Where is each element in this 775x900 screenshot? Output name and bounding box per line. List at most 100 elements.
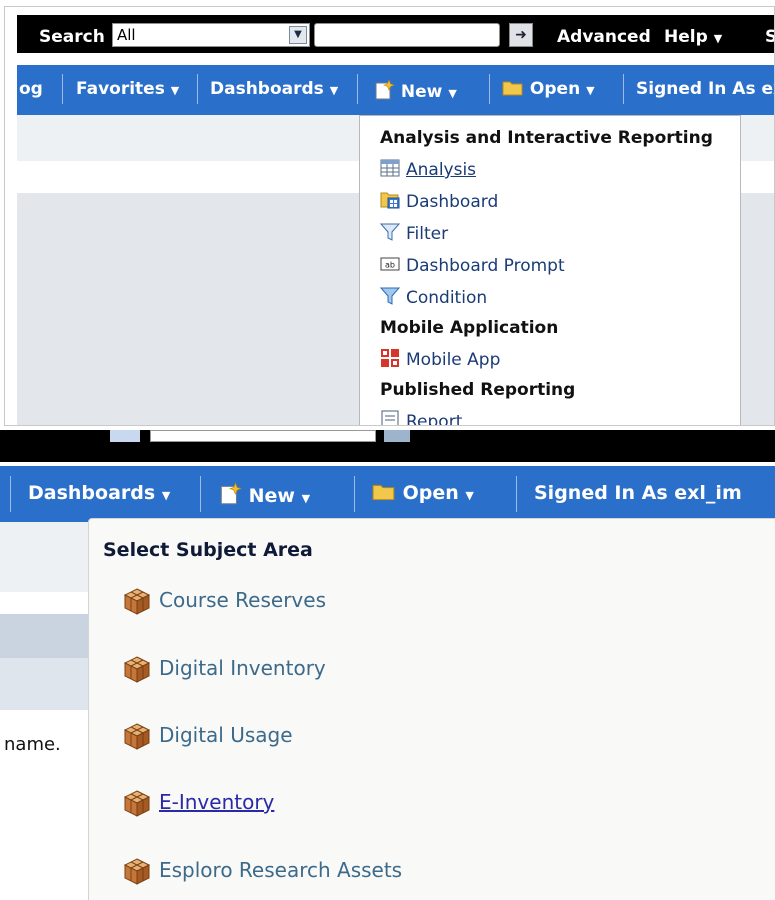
section-header-mobile: Mobile Application bbox=[380, 318, 559, 338]
new-document-icon bbox=[220, 482, 242, 505]
chevron-down-icon: ▼ bbox=[465, 489, 474, 502]
signed-in-text: Signed In As bbox=[534, 482, 668, 504]
search-label: Search bbox=[39, 27, 105, 47]
filter-funnel-icon bbox=[380, 223, 400, 241]
mobile-app-icon bbox=[381, 349, 399, 367]
subject-area-item[interactable]: Digital Inventory bbox=[123, 655, 326, 683]
subject-area-popup: Select Subject Area Course Reserves Digi… bbox=[88, 518, 775, 900]
menu-item-dashboard-prompt[interactable]: ab Dashboard Prompt bbox=[380, 254, 565, 276]
chevron-down-icon: ▼ bbox=[329, 84, 339, 97]
left-content-text: name. bbox=[4, 734, 61, 755]
subject-area-cube-icon bbox=[123, 723, 151, 750]
global-header-bar-cropped bbox=[0, 430, 775, 462]
menu-item-label: Dashboard bbox=[406, 192, 499, 212]
signed-in-text: Signed In As bbox=[636, 79, 756, 99]
open-label: Open bbox=[529, 79, 581, 99]
advanced-link[interactable]: Advanced bbox=[557, 27, 651, 47]
username-partial[interactable]: ex bbox=[762, 79, 774, 99]
signed-in-as-label: Signed In As exl_im bbox=[534, 482, 742, 504]
subject-area-title: Select Subject Area bbox=[103, 539, 313, 561]
subject-area-label: Digital Usage bbox=[159, 723, 293, 747]
subject-area-cube-icon bbox=[123, 656, 151, 683]
left-toolbar-area bbox=[0, 522, 90, 592]
new-label: New bbox=[248, 485, 295, 507]
dashboards-label: Dashboards bbox=[210, 79, 324, 99]
chevron-down-icon: ▼ bbox=[586, 84, 595, 97]
username-partial[interactable]: exl_im bbox=[674, 482, 741, 504]
menu-item-label: Filter bbox=[406, 224, 449, 244]
search-scope-select-cropped[interactable] bbox=[110, 430, 140, 442]
subject-area-label: E-Inventory bbox=[159, 790, 275, 814]
folder-icon bbox=[372, 484, 395, 501]
chevron-down-icon[interactable]: ▼ bbox=[289, 26, 307, 44]
subject-area-cube-icon bbox=[123, 790, 151, 817]
favorites-menu[interactable]: Favorites ▼ bbox=[76, 79, 179, 99]
chevron-down-icon: ▼ bbox=[161, 489, 171, 502]
dashboard-icon bbox=[380, 192, 400, 209]
menu-item-label: Condition bbox=[406, 288, 488, 308]
svg-text:ab: ab bbox=[385, 261, 395, 270]
search-input-cropped[interactable] bbox=[150, 430, 376, 442]
nav-separator bbox=[357, 74, 358, 104]
new-document-icon bbox=[375, 79, 395, 100]
subject-area-item[interactable]: E-Inventory bbox=[123, 789, 274, 817]
menu-item-label: Mobile App bbox=[406, 350, 501, 370]
menu-item-label: Report bbox=[406, 412, 463, 426]
chevron-down-icon: ▼ bbox=[448, 87, 457, 100]
menu-item-label: Analysis bbox=[406, 160, 477, 180]
nav-separator bbox=[10, 476, 11, 512]
search-go-arrow-icon[interactable]: ➜ bbox=[509, 23, 533, 47]
menu-item-condition[interactable]: Condition bbox=[380, 286, 487, 308]
subject-area-label: Course Reserves bbox=[159, 588, 326, 612]
signed-in-as-label: Signed In As ex bbox=[636, 79, 774, 99]
chevron-down-icon: ▼ bbox=[170, 84, 180, 97]
nav-separator bbox=[200, 476, 201, 512]
chevron-down-icon: ▼ bbox=[713, 32, 723, 45]
new-menu[interactable]: New ▼ bbox=[373, 79, 457, 102]
subject-area-label: Digital Inventory bbox=[159, 656, 326, 680]
left-subheader bbox=[0, 658, 90, 710]
nav-separator bbox=[516, 476, 517, 512]
search-scope-select[interactable]: All ▼ bbox=[112, 23, 310, 47]
search-scope-value: All bbox=[117, 26, 136, 44]
new-label: New bbox=[400, 82, 443, 102]
main-nav-bar: Dashboards ▼ New ▼ Open ▼ Signed In As e… bbox=[0, 466, 775, 522]
dashboards-menu[interactable]: Dashboards ▼ bbox=[28, 482, 170, 504]
subject-area-label: Esploro Research Assets bbox=[159, 858, 403, 882]
menu-item-label: Dashboard Prompt bbox=[406, 256, 565, 276]
open-label: Open bbox=[402, 482, 459, 504]
catalog-link-partial[interactable]: og bbox=[19, 79, 43, 99]
new-menu[interactable]: New ▼ bbox=[218, 482, 310, 507]
nav-separator bbox=[623, 74, 624, 104]
menu-item-dashboard[interactable]: Dashboard bbox=[380, 190, 498, 212]
subject-area-item[interactable]: Digital Usage bbox=[123, 722, 293, 750]
favorites-label: Favorites bbox=[76, 79, 165, 99]
open-menu[interactable]: Open ▼ bbox=[372, 482, 474, 504]
subject-area-cube-icon bbox=[123, 588, 151, 615]
help-label: Help bbox=[664, 27, 708, 47]
global-header-bar: Search All ▼ ➜ Advanced Help ▼ Sig bbox=[17, 15, 774, 53]
nav-separator bbox=[62, 74, 63, 104]
menu-item-report[interactable]: Report bbox=[380, 410, 463, 426]
condition-funnel-icon bbox=[380, 287, 400, 305]
search-input[interactable] bbox=[314, 23, 500, 47]
nav-separator bbox=[489, 74, 490, 104]
chevron-down-icon: ▼ bbox=[301, 492, 311, 505]
menu-item-analysis[interactable]: Analysis bbox=[380, 158, 476, 180]
search-go-button-cropped[interactable] bbox=[384, 430, 410, 442]
help-menu[interactable]: Help ▼ bbox=[664, 27, 722, 47]
menu-item-filter[interactable]: Filter bbox=[380, 222, 448, 244]
bottom-screenshot-panel: Dashboards ▼ New ▼ Open ▼ Signed In As e… bbox=[0, 430, 775, 900]
sign-out-link-partial[interactable]: Sig bbox=[765, 27, 774, 47]
dashboards-menu[interactable]: Dashboards ▼ bbox=[210, 79, 338, 99]
nav-separator bbox=[354, 476, 355, 512]
menu-item-mobile-app[interactable]: Mobile App bbox=[380, 348, 500, 370]
subject-area-item[interactable]: Esploro Research Assets bbox=[123, 857, 402, 885]
subject-area-cube-icon bbox=[123, 858, 151, 885]
open-menu[interactable]: Open ▼ bbox=[502, 79, 595, 99]
nav-separator bbox=[197, 74, 198, 104]
analysis-grid-icon bbox=[380, 159, 400, 177]
subject-area-item[interactable]: Course Reserves bbox=[123, 587, 326, 615]
top-screenshot-panel: Search All ▼ ➜ Advanced Help ▼ Sig og Fa… bbox=[4, 6, 775, 426]
dashboards-label: Dashboards bbox=[28, 482, 156, 504]
